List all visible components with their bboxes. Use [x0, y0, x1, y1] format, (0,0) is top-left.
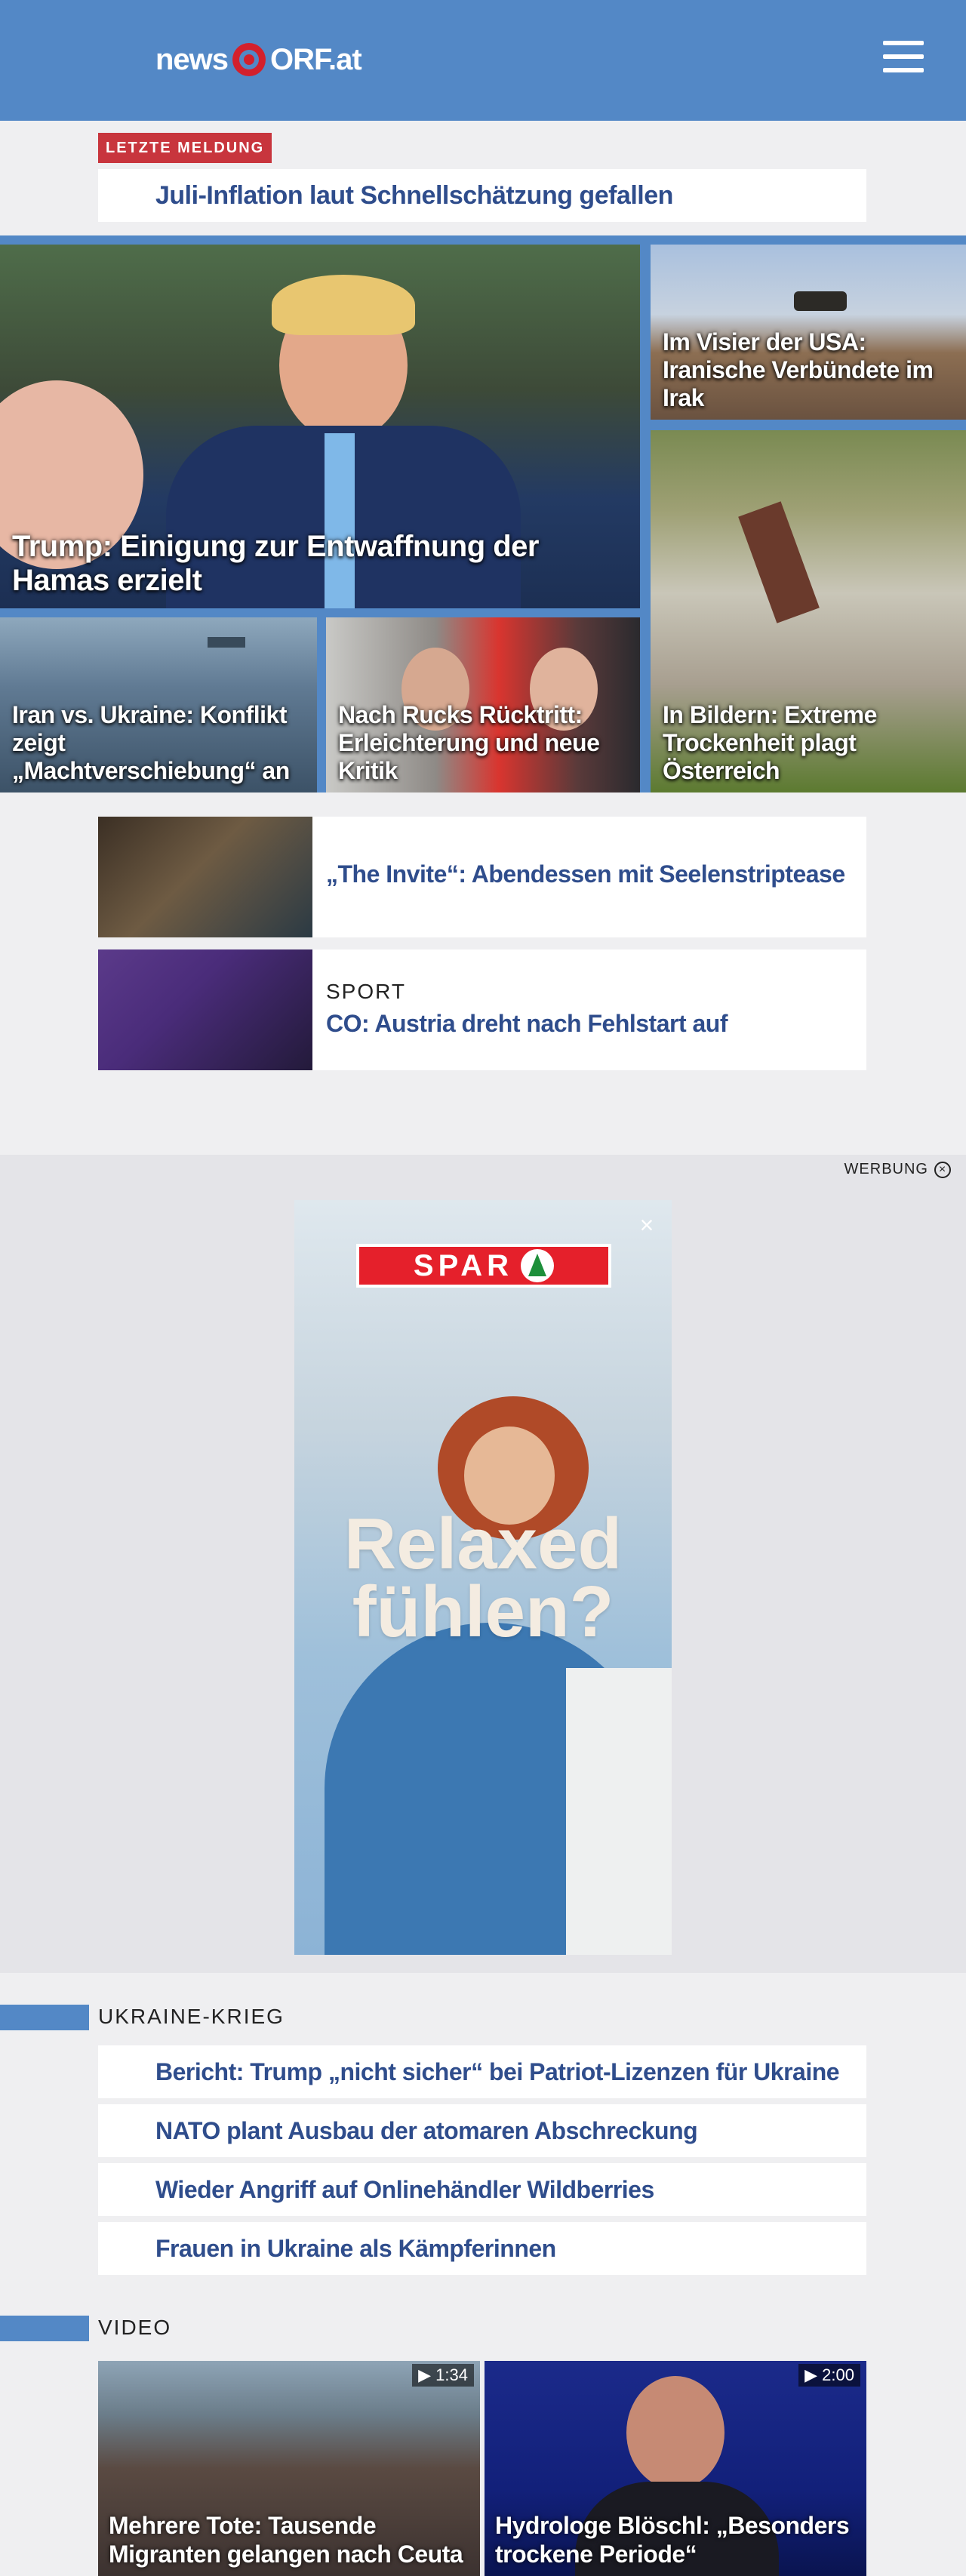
the-invite-thumbnail — [98, 817, 312, 937]
top-story-ruck-title: Nach Rucks Rücktritt: Erleichterung und … — [338, 701, 600, 784]
breaking-badge: LETZTE MELDUNG — [98, 133, 272, 163]
spar-ad-banner[interactable]: × SPAR Relaxed fühlen? — [294, 1200, 672, 1955]
top-story-iran-title: Iran vs. Ukraine: Konflikt zeigt „Machtv… — [12, 701, 290, 784]
tank-photo — [794, 291, 847, 311]
top-story-irak[interactable]: Im Visier der USA: Iranische Verbündete … — [651, 245, 966, 420]
story-card[interactable]: SPORT CO: Austria dreht nach Fehlstart a… — [98, 949, 866, 1070]
ad-container: WERBUNG × × SPAR Relaxed fühlen? — [0, 1155, 966, 1973]
breaking-headline-link[interactable]: Juli-Inflation laut Schnellschätzung gef… — [98, 169, 866, 222]
ukraine-story-link[interactable]: NATO plant Ausbau der atomaren Abschreck… — [98, 2104, 866, 2157]
top-story-iran[interactable]: Iran vs. Ukraine: Konflikt zeigt „Machtv… — [0, 617, 317, 792]
ukraine-story-link[interactable]: Wieder Angriff auf Onlinehändler Wildber… — [98, 2163, 866, 2216]
spar-logo: SPAR — [356, 1244, 611, 1288]
ukraine-story-link[interactable]: Bericht: Trump „nicht sicher“ bei Patrio… — [98, 2045, 866, 2098]
ad-label: WERBUNG × — [844, 1161, 951, 1178]
story-title: CO: Austria dreht nach Fehlstart auf — [326, 1010, 728, 1037]
story-title: „The Invite“: Abendessen mit Seelenstrip… — [326, 860, 845, 888]
ad-headline-line1: Relaxed — [343, 1503, 623, 1584]
video-duration-text: 2:00 — [822, 2365, 854, 2384]
boat-photo — [738, 501, 820, 623]
ad-model-shirt — [566, 1668, 672, 1955]
video-title: Hydrologe Blöschl: „Besonders trockene P… — [495, 2512, 850, 2568]
warship-photo — [208, 637, 245, 648]
ad-close-icon[interactable]: × — [635, 1213, 658, 1237]
top-story-irak-title: Im Visier der USA: Iranische Verbündete … — [663, 328, 934, 411]
section-marker — [0, 2005, 89, 2030]
video-tile[interactable]: ▶ 2:00 Hydrologe Blöschl: „Besonders tro… — [485, 2361, 866, 2576]
hamburger-menu-icon[interactable] — [883, 41, 927, 77]
logo-news-text: news — [155, 42, 229, 76]
video-title: Mehrere Tote: Tausende Migranten gelange… — [109, 2512, 463, 2568]
play-icon: ▶ — [804, 2365, 823, 2384]
play-icon: ▶ — [418, 2365, 436, 2384]
spar-tree-icon — [521, 1249, 555, 1282]
ad-dismiss-icon[interactable]: × — [934, 1161, 951, 1178]
top-story-main-title: Trump: Einigung zur Entwaffnung der Hama… — [12, 530, 540, 597]
ad-label-text: WERBUNG — [844, 1161, 928, 1177]
top-story-drought[interactable]: In Bildern: Extreme Trockenheit plagt Ös… — [651, 430, 966, 792]
top-story-main[interactable]: Trump: Einigung zur Entwaffnung der Hama… — [0, 245, 640, 608]
orf-logo[interactable]: news ORF.at — [155, 41, 362, 78]
video-duration-text: 1:34 — [435, 2365, 468, 2384]
logo-orf-text: ORF.at — [270, 42, 362, 76]
top-story-ruck[interactable]: Nach Rucks Rücktritt: Erleichterung und … — [326, 617, 640, 792]
section-marker — [0, 2316, 89, 2341]
orf-eye-icon — [232, 43, 266, 76]
story-kicker: SPORT — [326, 980, 406, 1003]
ad-headline-line2: fühlen? — [352, 1571, 614, 1652]
video-tile[interactable]: ▶ 1:34 Mehrere Tote: Tausende Migranten … — [98, 2361, 480, 2576]
site-header: news ORF.at — [0, 0, 966, 121]
spar-logo-text: SPAR — [413, 1248, 514, 1282]
story-card[interactable]: „The Invite“: Abendessen mit Seelenstrip… — [98, 817, 866, 937]
football-thumbnail — [98, 949, 312, 1070]
trump-hair — [272, 275, 415, 335]
top-story-drought-title: In Bildern: Extreme Trockenheit plagt Ös… — [663, 701, 877, 784]
video-duration: ▶ 2:00 — [798, 2364, 860, 2387]
top-stories-grid: Trump: Einigung zur Entwaffnung der Hama… — [0, 235, 966, 792]
section-title-ukraine: UKRAINE-KRIEG — [98, 2005, 285, 2028]
ukraine-story-link[interactable]: Frauen in Ukraine als Kämpferinnen — [98, 2222, 866, 2275]
section-title-video: VIDEO — [98, 2316, 172, 2339]
video-duration: ▶ 1:34 — [412, 2364, 474, 2387]
hydrologist-photo — [626, 2376, 724, 2489]
